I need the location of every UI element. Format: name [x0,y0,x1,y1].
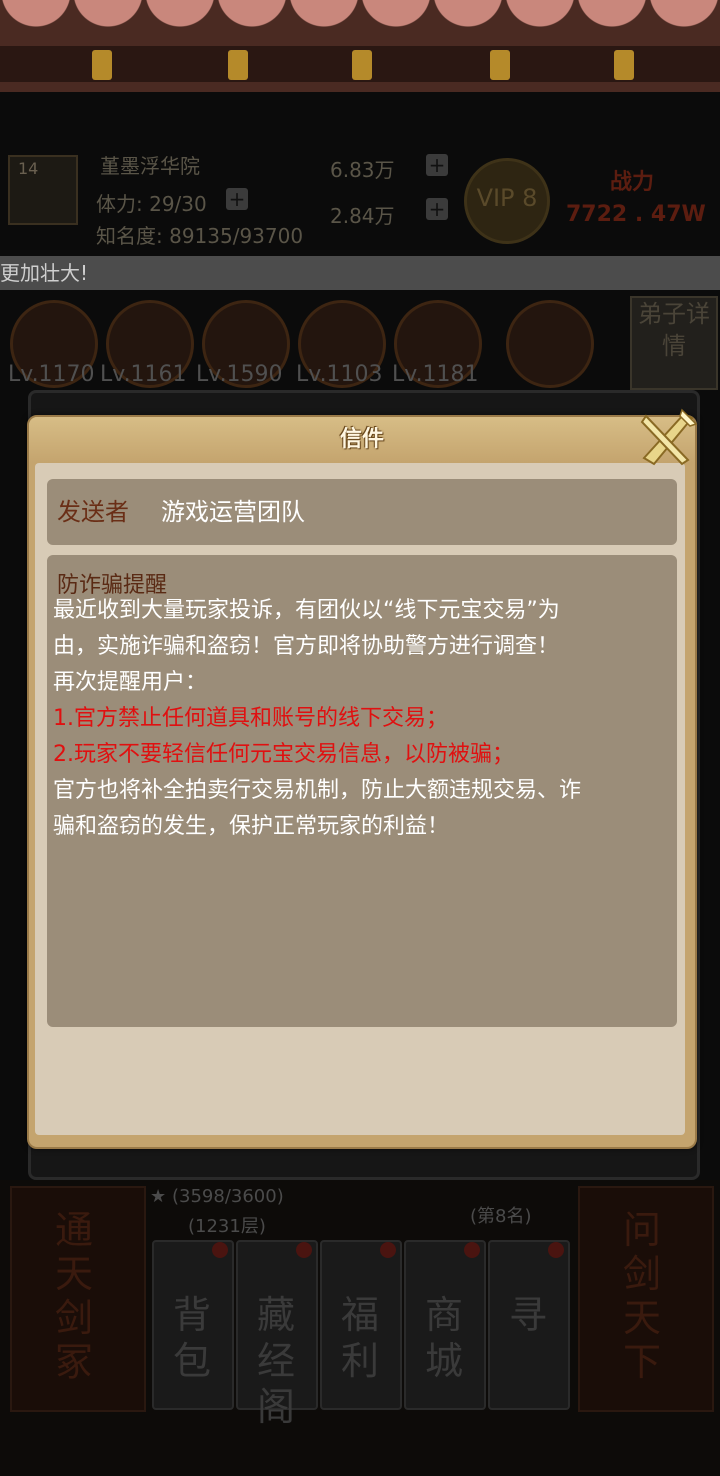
mail-line: 再次提醒用户： [53,670,208,695]
add-gold-button[interactable]: + [426,198,448,220]
disciple-level: Lv.1103 [296,362,383,387]
menu-label: 福利 [340,1293,379,1383]
disciple-detail-button[interactable]: 弟子详情 [630,296,718,390]
disciple-portrait[interactable] [506,300,594,388]
tower-floor: (1231层) [188,1216,266,1237]
notification-dot [212,1242,228,1258]
mail-content[interactable]: 防诈骗提醒 最近收到大量玩家投诉，有团伙以“线下元宝交易”为 由，实施诈骗和盗窃！… [47,555,677,1027]
left-event-banner[interactable]: 通天剑冢 [10,1186,146,1412]
menu-bag-button[interactable]: 背包 [152,1240,234,1410]
menu-label: 背包 [172,1293,211,1383]
gold-amount: 2.84万 [330,204,395,228]
vip-badge[interactable]: VIP 8 [464,158,550,244]
menu-search-button[interactable]: 寻 [488,1240,570,1410]
menu-label: 藏经阁 [256,1293,295,1429]
sect-name: 堇墨浮华院 [100,154,200,178]
notification-dot [464,1242,480,1258]
mail-line: 最近收到大量玩家投诉，有团伙以“线下元宝交易”为 [53,598,560,623]
mail-line: 官方也将补全拍卖行交易机制，防止大额违规交易、诈 [53,778,582,803]
mail-dialog-body: 发送者 游戏运营团队 防诈骗提醒 最近收到大量玩家投诉，有团伙以“线下元宝交易”… [35,463,685,1135]
right-event-banner[interactable]: 问剑天下 [578,1186,714,1412]
sect-avatar[interactable]: 14 [8,155,78,225]
menu-label: 寻 [508,1293,547,1337]
scrolling-notice: 更加壮大! [0,256,720,290]
silver-amount: 6.83万 [330,158,395,182]
rank-text: (第8名) [470,1206,532,1227]
left-banner-label: 通天剑冢 [54,1208,93,1384]
mail-line: 骗和盗窃的发生，保护正常玩家的利益！ [53,814,450,839]
right-banner-label: 问剑天下 [622,1208,661,1384]
menu-label: 商城 [424,1293,463,1383]
mail-dialog: 信件 发送者 游戏运营团队 防诈骗提醒 最近收到大量玩家投诉，有团伙以“线下元宝… [27,415,697,1149]
add-silver-button[interactable]: + [426,154,448,176]
power-display: 战力 7722 . 47W [560,162,720,242]
mail-line: 2.玩家不要轻信任何元宝交易信息，以防被骗； [53,742,514,767]
tower-stars: (3598/3600) [172,1186,284,1207]
menu-welfare-button[interactable]: 福利 [320,1240,402,1410]
sender-label: 发送者 [57,498,129,526]
mail-dialog-title: 信件 [339,427,384,452]
power-label: 战力 [610,170,655,195]
notification-dot [548,1242,564,1258]
add-stamina-button[interactable]: + [226,188,248,210]
power-value: 7722 . 47W [566,202,706,227]
stamina-text: 体力: 29/30 [96,192,207,216]
disciple-level: Lv.1181 [392,362,479,387]
mail-line: 由，实施诈骗和盗窃！官方即将协助警方进行调查！ [53,634,560,659]
roof-decoration [0,0,720,92]
player-level: 14 [18,159,39,178]
disciple-level: Lv.1170 [8,362,95,387]
sender-name: 游戏运营团队 [161,498,305,526]
menu-library-button[interactable]: 藏经阁 [236,1240,318,1429]
sender-row: 发送者 游戏运营团队 [47,479,677,545]
fame-text: 知名度: 89135/93700 [96,224,304,248]
menu-shop-button[interactable]: 商城 [404,1240,486,1410]
mail-dialog-header: 信件 [29,417,695,463]
disciple-level: Lv.1590 [196,362,283,387]
star-icon: ★ [150,1186,167,1207]
disciple-level: Lv.1161 [100,362,187,387]
mail-body-text: 最近收到大量玩家投诉，有团伙以“线下元宝交易”为 由，实施诈骗和盗窃！官方即将协助… [53,593,671,845]
notification-dot [296,1242,312,1258]
notification-dot [380,1242,396,1258]
mail-line: 1.官方禁止任何道具和账号的线下交易； [53,706,448,731]
close-x-icon[interactable] [636,408,698,470]
